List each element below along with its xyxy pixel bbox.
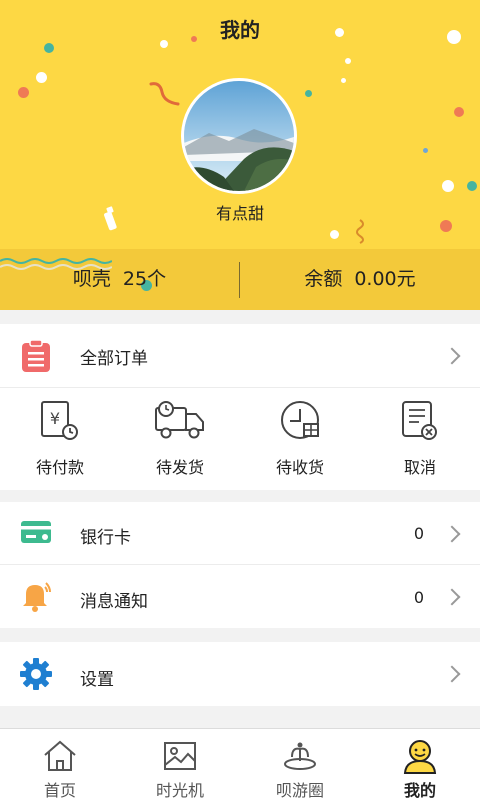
gear-icon	[20, 658, 52, 690]
chevron-right-icon	[443, 347, 461, 365]
bank-card-icon	[21, 521, 51, 543]
home-icon	[44, 740, 76, 771]
cancel-doc-icon	[402, 401, 437, 440]
clipboard-icon	[22, 339, 50, 372]
confetti-dot	[44, 43, 54, 53]
user-smile-icon	[403, 740, 437, 774]
fountain-icon	[284, 742, 316, 770]
notifications-row[interactable]: 消息通知 0	[0, 565, 480, 628]
balance-value: 0.00元	[354, 268, 416, 290]
confetti-dot	[442, 180, 454, 192]
page-title: 我的	[220, 18, 260, 42]
username: 有点甜	[215, 204, 264, 223]
confetti-dot	[330, 230, 339, 239]
stats-bar: 呗壳 25个 余额 0.00元	[0, 249, 480, 310]
all-orders-row[interactable]: 全部订单	[0, 324, 480, 387]
confetti-dot	[345, 58, 351, 64]
notifications-label: 消息通知	[80, 592, 148, 612]
settings-row[interactable]: 设置	[0, 642, 480, 706]
bank-card-row[interactable]: 银行卡 0	[0, 502, 480, 564]
confetti-dot	[305, 90, 312, 97]
order-label: 待付款	[35, 458, 84, 477]
shells-label: 呗壳	[72, 268, 111, 290]
nav-label: 时光机	[155, 781, 204, 800]
all-orders-label: 全部订单	[80, 349, 148, 369]
nav-bei-you-circle[interactable]: 呗游圈	[240, 729, 360, 800]
chevron-right-icon	[443, 665, 461, 683]
svg-text:¥: ¥	[50, 409, 60, 428]
ribbon-confetti-icon	[149, 82, 180, 106]
nav-label: 呗游圈	[275, 781, 324, 800]
image-icon	[164, 742, 196, 770]
nav-time-machine[interactable]: 时光机	[120, 729, 240, 800]
order-cancelled[interactable]: 取消	[360, 388, 480, 490]
landscape-avatar-image	[184, 81, 294, 191]
notifications-count: 0	[413, 588, 424, 607]
clock-package-icon	[281, 401, 319, 439]
nav-home[interactable]: 首页	[0, 729, 120, 800]
confetti-dot	[467, 181, 477, 191]
nav-mine[interactable]: 我的	[360, 729, 480, 800]
bank-card-label: 银行卡	[80, 528, 131, 548]
order-label: 待收货	[275, 458, 324, 477]
nav-label: 首页	[43, 781, 76, 800]
order-label: 待发货	[155, 458, 204, 477]
confetti-dot	[18, 87, 29, 98]
order-status-grid: ¥ 待付款 待发货 待收货 取消	[0, 388, 480, 490]
confetti-dot	[341, 78, 346, 83]
confetti-dot	[454, 107, 464, 117]
bank-card-count: 0	[413, 524, 424, 543]
chevron-right-icon	[443, 588, 461, 606]
settings-label: 设置	[80, 670, 114, 690]
bell-icon	[23, 582, 51, 612]
profile-header: 我的 有点甜 呗壳 25个 余额 0.00元	[0, 0, 480, 310]
chevron-right-icon	[443, 525, 461, 543]
avatar[interactable]	[181, 78, 297, 194]
bottom-nav: 首页 时光机 呗游圈 我的	[0, 728, 480, 800]
pending-payment-icon: ¥	[41, 401, 78, 440]
shells-value: 25个	[122, 268, 167, 290]
order-pending-payment[interactable]: ¥ 待付款	[0, 388, 120, 490]
nav-label: 我的	[403, 781, 436, 800]
balance-label: 余额	[304, 268, 343, 290]
order-pending-shipment[interactable]: 待发货	[120, 388, 240, 490]
confetti-dot	[423, 148, 428, 153]
order-label: 取消	[403, 458, 436, 477]
truck-icon	[155, 401, 204, 439]
confetti-dot	[36, 72, 47, 83]
shells-stat[interactable]: 呗壳 25个	[0, 249, 239, 310]
balance-stat[interactable]: 余额 0.00元	[240, 249, 480, 310]
order-pending-receipt[interactable]: 待收货	[240, 388, 360, 490]
